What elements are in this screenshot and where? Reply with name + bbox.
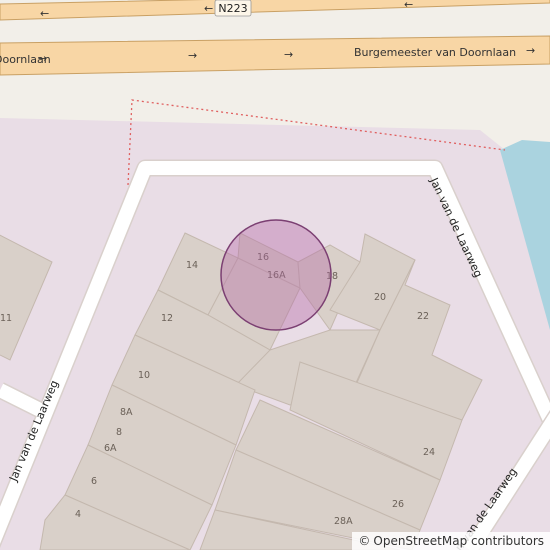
house-number: 20	[374, 292, 386, 303]
map-canvas[interactable]: N223 ← ← ← Doornlaan → → → Burgemeester …	[0, 0, 550, 550]
house-number: 14	[186, 260, 198, 271]
copyright-icon: ©	[358, 534, 371, 548]
main-road-label-right: Burgemeester van Doornlaan	[354, 46, 516, 59]
map-svg: N223 ← ← ← Doornlaan → → → Burgemeester …	[0, 0, 550, 550]
house-number: 8	[116, 427, 122, 438]
house-number: 4	[75, 509, 81, 520]
house-number: 12	[161, 313, 173, 324]
house-number: 24	[423, 447, 435, 458]
house-number: 22	[417, 311, 429, 322]
house-number: 28A	[334, 516, 353, 527]
oneway-arrow-icon: →	[188, 49, 197, 62]
location-marker[interactable]	[220, 219, 332, 331]
house-number: 6	[91, 476, 97, 487]
house-number: 10	[138, 370, 150, 381]
osm-contributors-link[interactable]: OpenStreetMap contributors	[373, 534, 544, 548]
oneway-arrow-icon: ←	[40, 7, 49, 20]
oneway-arrow-icon: ←	[204, 2, 213, 15]
map-attribution: © OpenStreetMap contributors	[352, 532, 550, 550]
oneway-arrow-icon: →	[284, 48, 293, 61]
oneway-arrow-icon: →	[526, 44, 535, 57]
house-number: 26	[392, 499, 404, 510]
oneway-arrow-icon: →	[38, 52, 47, 65]
oneway-arrow-icon: ←	[404, 0, 413, 11]
n223-shield: N223	[214, 0, 252, 17]
house-number: 8A	[120, 407, 133, 418]
house-number: 6A	[104, 443, 117, 454]
n223-shield-label: N223	[218, 2, 247, 15]
house-number: 11	[0, 313, 12, 324]
